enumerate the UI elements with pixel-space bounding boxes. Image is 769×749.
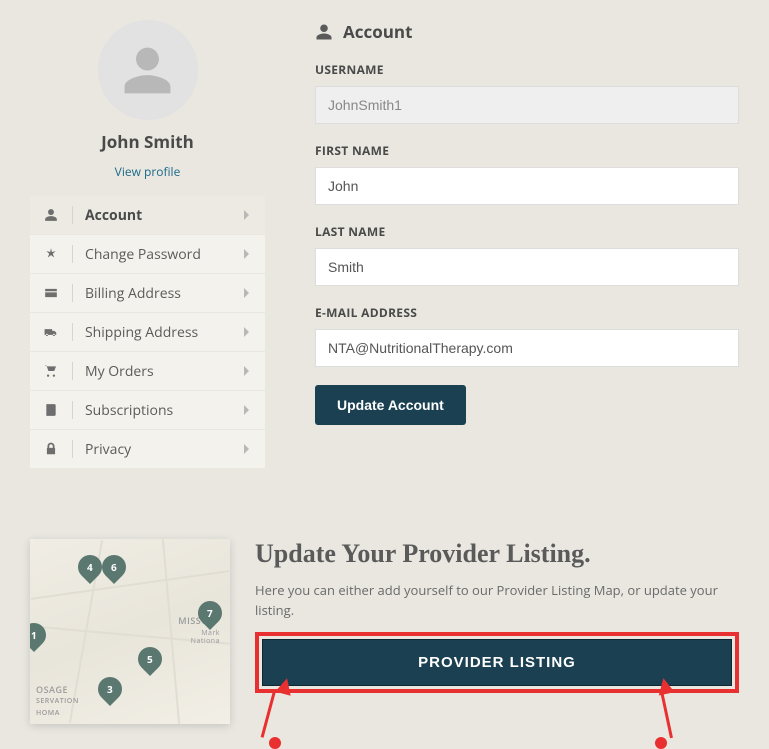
profile-summary: John Smith View profile	[30, 20, 265, 196]
first-name-input[interactable]	[315, 167, 739, 205]
update-account-button[interactable]: Update Account	[315, 385, 466, 425]
nav-item-billing-address[interactable]: Billing Address	[30, 274, 265, 313]
annotation-arrow-icon	[269, 737, 281, 749]
asterisk-icon	[44, 247, 72, 261]
map-pin[interactable]: 4	[78, 555, 102, 579]
nav-label: Account	[85, 206, 243, 225]
account-nav: Account Change Password Billing Address Shi…	[30, 196, 265, 469]
nav-item-shipping-address[interactable]: Shipping Address	[30, 313, 265, 352]
cart-icon	[44, 364, 72, 378]
nav-label: Change Password	[85, 245, 243, 264]
nav-item-change-password[interactable]: Change Password	[30, 235, 265, 274]
map-label-national: Nationa	[191, 637, 220, 646]
chevron-right-icon	[243, 282, 251, 304]
provider-map-thumbnail[interactable]: MISSOU Mark Nationa OSAGE SERVATION HOMA…	[30, 539, 230, 724]
first-name-label: FIRST NAME	[315, 142, 739, 159]
map-pin[interactable]: 3	[98, 677, 122, 701]
user-name: John Smith	[30, 130, 265, 153]
view-profile-link[interactable]: View profile	[115, 163, 181, 180]
nav-item-my-orders[interactable]: My Orders	[30, 352, 265, 391]
email-input[interactable]	[315, 329, 739, 367]
user-icon	[44, 208, 72, 222]
listing-description: Here you can either add yourself to our …	[255, 581, 739, 620]
user-icon	[315, 23, 333, 41]
username-label: USERNAME	[315, 61, 739, 78]
account-section-heading: Account	[315, 20, 739, 43]
avatar	[98, 20, 198, 120]
map-pin[interactable]: 5	[138, 647, 162, 671]
last-name-label: LAST NAME	[315, 223, 739, 240]
truck-icon	[44, 325, 72, 339]
map-pin[interactable]: 7	[198, 601, 222, 625]
annotation-arrow-icon	[655, 737, 667, 749]
chevron-right-icon	[243, 438, 251, 460]
lock-icon	[44, 442, 72, 456]
chevron-right-icon	[243, 321, 251, 343]
last-name-input[interactable]	[315, 248, 739, 286]
nav-label: Privacy	[85, 440, 243, 459]
nav-item-account[interactable]: Account	[30, 196, 265, 235]
listing-button-highlight: PROVIDER LISTING	[255, 632, 739, 693]
nav-item-privacy[interactable]: Privacy	[30, 430, 265, 469]
annotation-arrow-icon	[275, 676, 295, 696]
nav-item-subscriptions[interactable]: Subscriptions	[30, 391, 265, 430]
user-silhouette-icon	[120, 43, 175, 98]
nav-label: Billing Address	[85, 284, 243, 303]
annotation-arrow-icon	[656, 677, 675, 696]
book-icon	[44, 403, 72, 417]
annotation-arrow-icon	[261, 691, 276, 738]
map-label-servation: SERVATION	[36, 697, 79, 706]
nav-label: Subscriptions	[85, 401, 243, 420]
map-pin[interactable]: 6	[102, 555, 126, 579]
chevron-right-icon	[243, 360, 251, 382]
nav-label: Shipping Address	[85, 323, 243, 342]
annotation-arrow-icon	[660, 691, 673, 739]
chevron-right-icon	[243, 204, 251, 226]
chevron-right-icon	[243, 243, 251, 265]
nav-label: My Orders	[85, 362, 243, 381]
account-heading-text: Account	[343, 20, 412, 43]
listing-title: Update Your Provider Listing.	[255, 539, 739, 569]
chevron-right-icon	[243, 399, 251, 421]
map-pin[interactable]: 1	[30, 623, 46, 647]
username-input	[315, 86, 739, 124]
card-icon	[44, 286, 72, 300]
email-label: E-MAIL ADDRESS	[315, 304, 739, 321]
map-label-osage: OSAGE	[36, 683, 68, 696]
